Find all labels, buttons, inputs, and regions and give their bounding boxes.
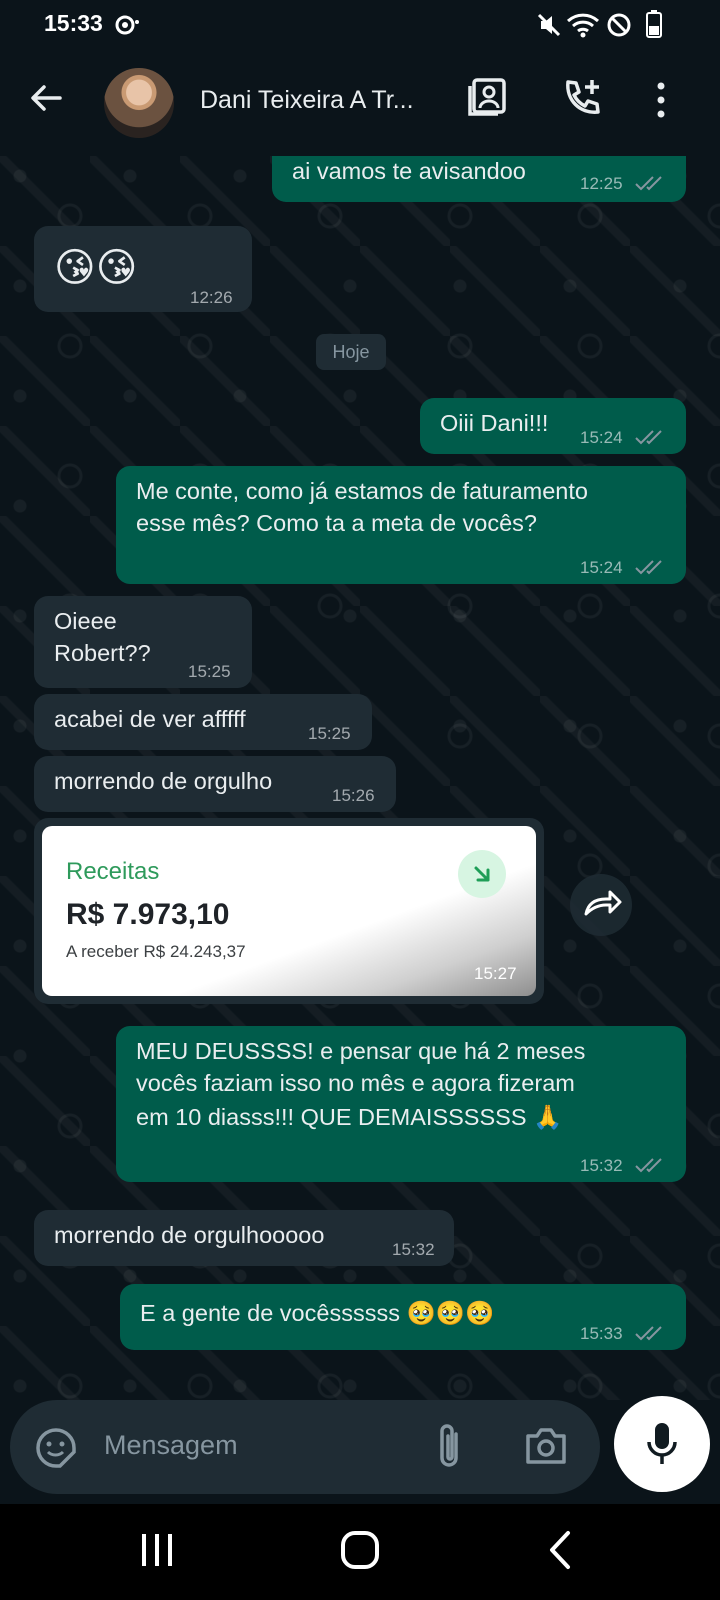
incoming-message[interactable]: acabei de ver afffff 15:25 [34, 694, 372, 750]
double-check-icon [634, 169, 668, 200]
mic-button[interactable] [614, 1396, 710, 1492]
contact-avatar[interactable] [104, 68, 174, 138]
recents-icon[interactable] [140, 1532, 174, 1573]
mute-icon [536, 12, 562, 43]
outgoing-message[interactable]: E a gente de vocêssssss 🥹🥹🥹 15:33 [120, 1284, 686, 1350]
status-time: 15:33 [44, 10, 103, 36]
add-call-icon[interactable] [560, 76, 604, 125]
outgoing-message[interactable]: Oiii Dani!!! 15:24 [420, 398, 686, 454]
system-navigation-bar [0, 1504, 720, 1600]
back-arrow-icon[interactable] [26, 78, 66, 123]
receivable-text: A receber R$ 24.243,37 [66, 942, 246, 961]
more-vert-icon[interactable] [654, 80, 668, 125]
image-time: 15:27 [474, 964, 517, 983]
contact-card-icon[interactable] [466, 76, 508, 125]
do-not-disturb-icon [606, 12, 632, 43]
revenue-label: Receitas [66, 858, 160, 885]
double-check-icon [634, 553, 668, 584]
double-check-icon [634, 1319, 668, 1350]
chat-area[interactable]: ai vamos te avisandoo 12:25 😘😘 12:26 Hoj… [0, 156, 720, 1400]
incoming-message[interactable]: morrendo de orgulho 15:26 [34, 756, 396, 812]
forward-icon[interactable] [570, 874, 632, 936]
outgoing-message[interactable]: ai vamos te avisandoo 12:25 [272, 156, 686, 202]
revenue-value: R$ 7.973,10 [66, 898, 230, 931]
mic-icon [644, 1420, 680, 1473]
camera-icon[interactable] [524, 1426, 568, 1471]
incoming-message[interactable]: Oieee Robert?? 15:25 [34, 596, 252, 688]
message-composer[interactable]: Mensagem [10, 1400, 600, 1494]
incoming-message[interactable]: 😘😘 12:26 [34, 226, 252, 312]
outgoing-message[interactable]: Me conte, como já estamos de faturamento… [116, 466, 686, 584]
outgoing-message[interactable]: MEU DEUSSSS! e pensar que há 2 meses voc… [116, 1026, 686, 1182]
date-divider: Hoje [316, 334, 386, 370]
contact-name[interactable]: Dani Teixeira A Tr... [200, 86, 414, 115]
status-bar: 15:33 [0, 0, 720, 48]
chat-header: Dani Teixeira A Tr... [0, 48, 720, 156]
attach-icon[interactable] [432, 1422, 468, 1477]
wifi-icon [566, 12, 600, 43]
battery-icon [646, 10, 662, 43]
message-input[interactable]: Mensagem [104, 1430, 238, 1461]
incoming-message[interactable]: morrendo de orgulhooooo 15:32 [34, 1210, 454, 1266]
sticker-icon[interactable] [34, 1426, 78, 1475]
double-check-icon [634, 1151, 668, 1182]
back-icon[interactable] [548, 1530, 572, 1575]
arrow-down-right-icon [458, 850, 506, 898]
home-icon[interactable] [340, 1530, 380, 1575]
double-check-icon [634, 423, 668, 454]
sync-icon [114, 14, 140, 41]
